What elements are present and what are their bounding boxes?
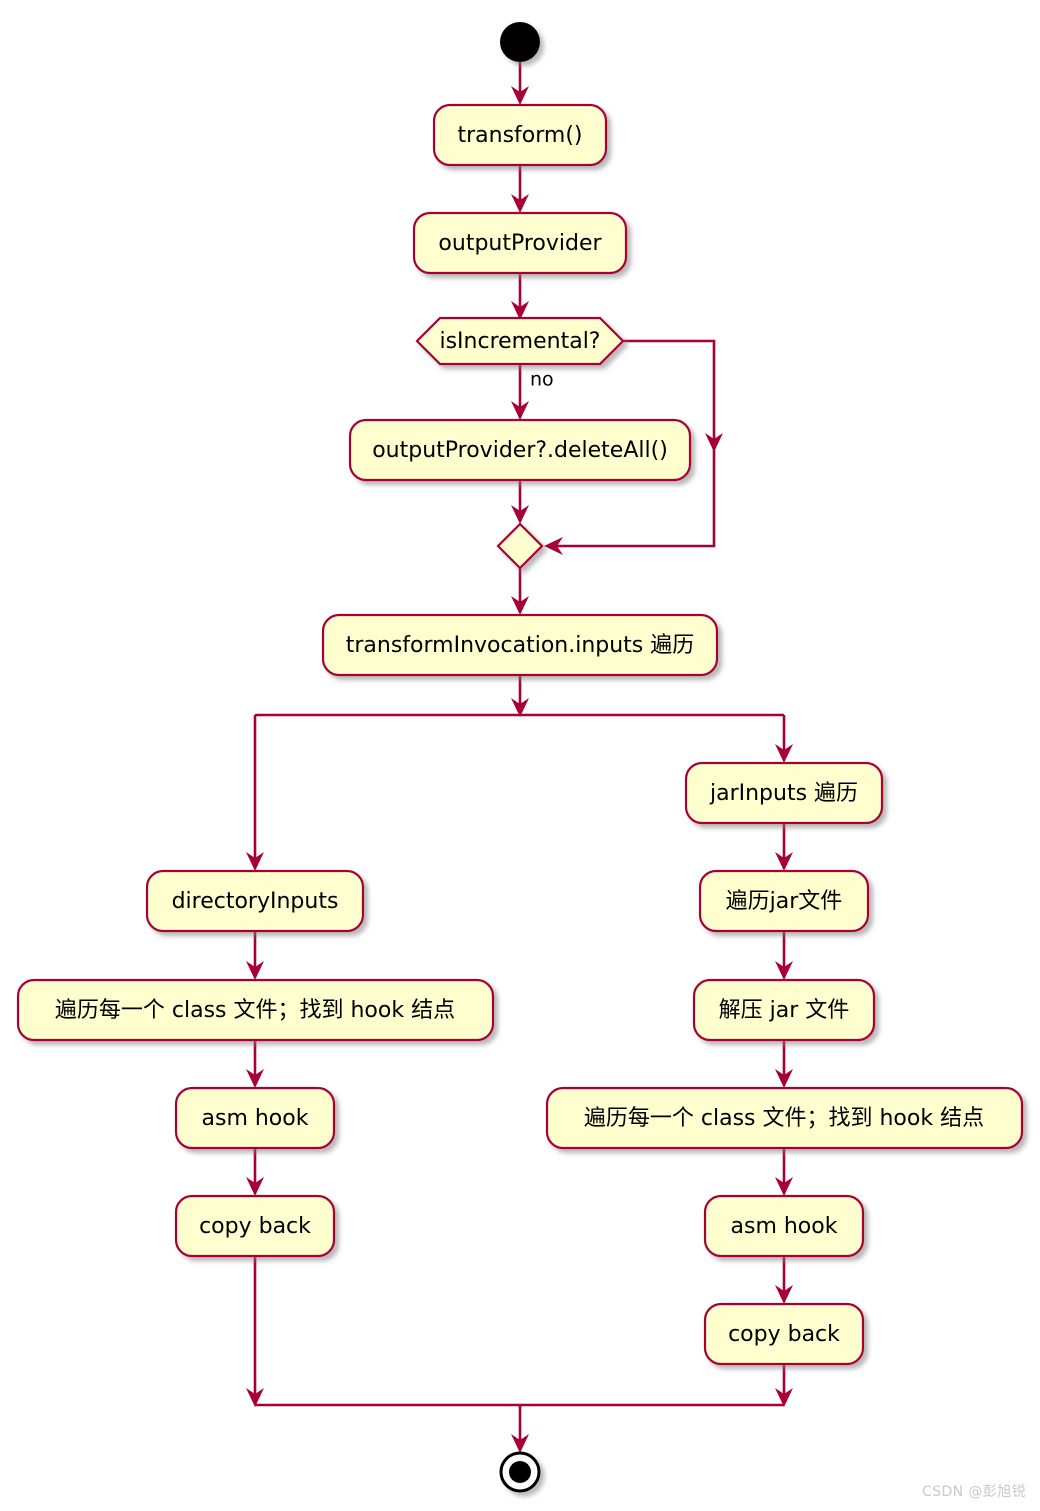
node-dir-asm-hook[interactable]: asm hook xyxy=(174,1086,336,1150)
edge-isincremental-no-to-deleteall: no xyxy=(511,364,554,420)
node-dir-copy-back[interactable]: copy back xyxy=(174,1194,336,1258)
node-label-dir-copy-back: copy back xyxy=(199,1214,311,1239)
csdn-watermark: CSDN @彭旭锐 xyxy=(922,1484,1026,1500)
node-jar-class-walk[interactable]: 遍历每一个 class 文件；找到 hook 结点 xyxy=(545,1086,1024,1150)
edge-jarcopyback-to-join xyxy=(775,1364,793,1407)
edge-dirclasswalk-to-dirasmhook xyxy=(246,1040,264,1088)
edge-jarwalk-to-jarunzip xyxy=(775,931,793,980)
node-jar-inputs[interactable]: jarInputs 遍历 xyxy=(684,761,884,825)
node-merge-diamond xyxy=(496,522,544,570)
edge-join-to-end xyxy=(511,1405,529,1453)
node-label-directory-inputs: directoryInputs xyxy=(172,889,339,914)
node-jar-walk[interactable]: 遍历jar文件 xyxy=(698,869,870,933)
node-is-incremental-decision[interactable]: isIncremental? xyxy=(415,316,625,366)
node-label-jar-copy-back: copy back xyxy=(728,1322,840,1347)
node-inputs-loop[interactable]: transformInvocation.inputs 遍历 xyxy=(321,613,719,677)
edge-transform-to-outputprovider xyxy=(511,165,529,213)
node-jar-copy-back[interactable]: copy back xyxy=(703,1302,865,1366)
edge-inputsloop-to-fork xyxy=(511,675,529,717)
node-transform[interactable]: transform() xyxy=(432,103,608,167)
node-delete-all[interactable]: outputProvider?.deleteAll() xyxy=(348,418,692,482)
node-label-jar-class-walk: 遍历每一个 class 文件；找到 hook 结点 xyxy=(584,1106,984,1131)
edge-jarunzip-to-jarclasswalk xyxy=(775,1040,793,1088)
node-label-delete-all: outputProvider?.deleteAll() xyxy=(372,438,668,463)
node-label-transform: transform() xyxy=(457,123,582,148)
activity-diagram: deleteAll --> no xyxy=(0,0,1040,1511)
node-jar-unzip[interactable]: 解压 jar 文件 xyxy=(692,978,876,1042)
end-node xyxy=(499,1451,541,1493)
edge-merge-to-inputsloop xyxy=(511,568,529,615)
node-directory-inputs[interactable]: directoryInputs xyxy=(145,869,365,933)
edge-start-to-transform xyxy=(511,62,529,105)
edge-dircopyback-to-join xyxy=(246,1256,264,1407)
edge-fork-to-directoryinputs xyxy=(246,715,264,871)
node-label-output-provider: outputProvider xyxy=(438,231,602,256)
edge-deleteall-to-merge xyxy=(511,480,529,524)
edge-outputprovider-to-isincremental xyxy=(511,273,529,320)
diagram-canvas: deleteAll --> no xyxy=(16,22,1024,1493)
edge-jarinputs-to-jarwalk xyxy=(775,823,793,871)
node-label-jar-inputs: jarInputs 遍历 xyxy=(709,781,858,806)
node-label-jar-asm-hook: asm hook xyxy=(731,1214,838,1239)
edge-jarclasswalk-to-jarasmhook xyxy=(775,1148,793,1196)
node-label-dir-asm-hook: asm hook xyxy=(202,1106,309,1131)
edge-jarasmhook-to-jarcopyback xyxy=(775,1256,793,1304)
start-node xyxy=(500,22,540,62)
edge-dirasmhook-to-dircopyback xyxy=(246,1148,264,1196)
node-dir-class-walk[interactable]: 遍历每一个 class 文件；找到 hook 结点 xyxy=(16,978,495,1042)
node-output-provider[interactable]: outputProvider xyxy=(412,211,628,275)
edge-label-no: no xyxy=(530,369,554,391)
edge-directoryinputs-to-dirclasswalk xyxy=(246,931,264,980)
node-label-is-incremental: isIncremental? xyxy=(439,329,600,354)
node-label-jar-walk: 遍历jar文件 xyxy=(726,889,843,914)
node-label-inputs-loop: transformInvocation.inputs 遍历 xyxy=(346,633,695,658)
node-jar-asm-hook[interactable]: asm hook xyxy=(703,1194,865,1258)
node-label-jar-unzip: 解压 jar 文件 xyxy=(719,998,850,1023)
node-label-dir-class-walk: 遍历每一个 class 文件；找到 hook 结点 xyxy=(55,998,455,1023)
edge-fork-to-jarinputs xyxy=(775,715,793,763)
